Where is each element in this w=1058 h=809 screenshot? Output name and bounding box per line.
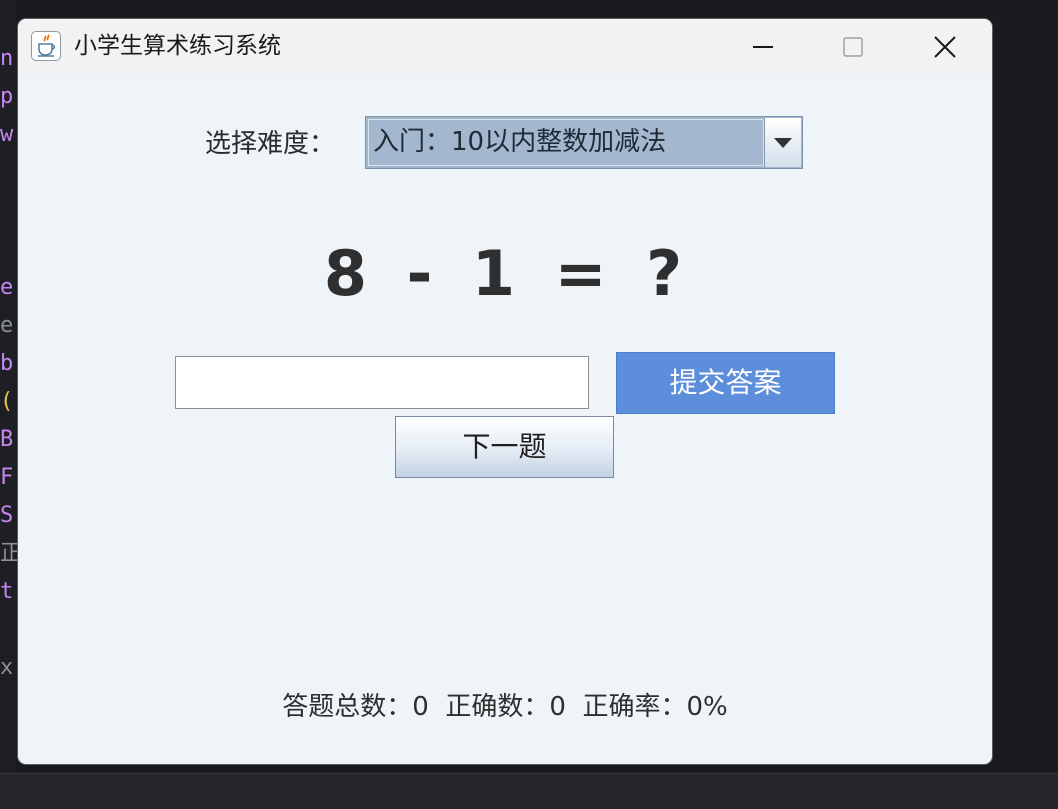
editor-code-fragment: t [0, 579, 14, 604]
editor-status-bar [0, 773, 1058, 809]
editor-code-fragment: F [0, 465, 14, 490]
maximize-button[interactable] [808, 19, 898, 75]
difficulty-label: 选择难度： [205, 129, 336, 159]
next-question-button[interactable]: 下一题 [395, 416, 614, 478]
title-bar[interactable]: 小学生算术练习系统 [18, 19, 992, 75]
answer-input[interactable] [175, 356, 589, 409]
difficulty-combo-box[interactable]: 入门：10以内整数加减法 [365, 116, 803, 169]
window-title: 小学生算术练习系统 [74, 33, 281, 59]
close-button[interactable] [900, 19, 990, 75]
close-icon [934, 36, 956, 58]
minimize-button[interactable] [718, 19, 808, 75]
editor-code-fragment: w [0, 122, 14, 147]
editor-code-fragment: e [0, 275, 14, 300]
editor-code-fragment: b [0, 351, 14, 376]
maximize-icon [843, 37, 863, 57]
chevron-down-icon [774, 137, 792, 148]
question-text: 8 - 1 = ? [323, 237, 687, 310]
editor-code-fragment: S [0, 503, 14, 528]
editor-code-fragment: e [0, 313, 14, 338]
editor-code-fragment: B [0, 427, 14, 452]
minimize-icon [753, 46, 773, 48]
java-coffee-cup-icon [31, 31, 61, 61]
editor-code-fragment: p [0, 84, 14, 109]
editor-code-fragment: n [0, 46, 14, 71]
combo-dropdown-button[interactable] [764, 118, 801, 167]
stats-label: 答题总数：0 正确数：0 正确率：0% [282, 692, 728, 722]
submit-answer-button[interactable]: 提交答案 [616, 352, 835, 414]
editor-code-fragment: x [0, 655, 14, 680]
difficulty-selected-value[interactable]: 入门：10以内整数加减法 [368, 119, 764, 166]
editor-code-fragment: ( [0, 389, 14, 414]
app-window: 小学生算术练习系统 选择难度： 入门：10以内整数加减法 8 - 1 = ? 提… [17, 18, 993, 765]
